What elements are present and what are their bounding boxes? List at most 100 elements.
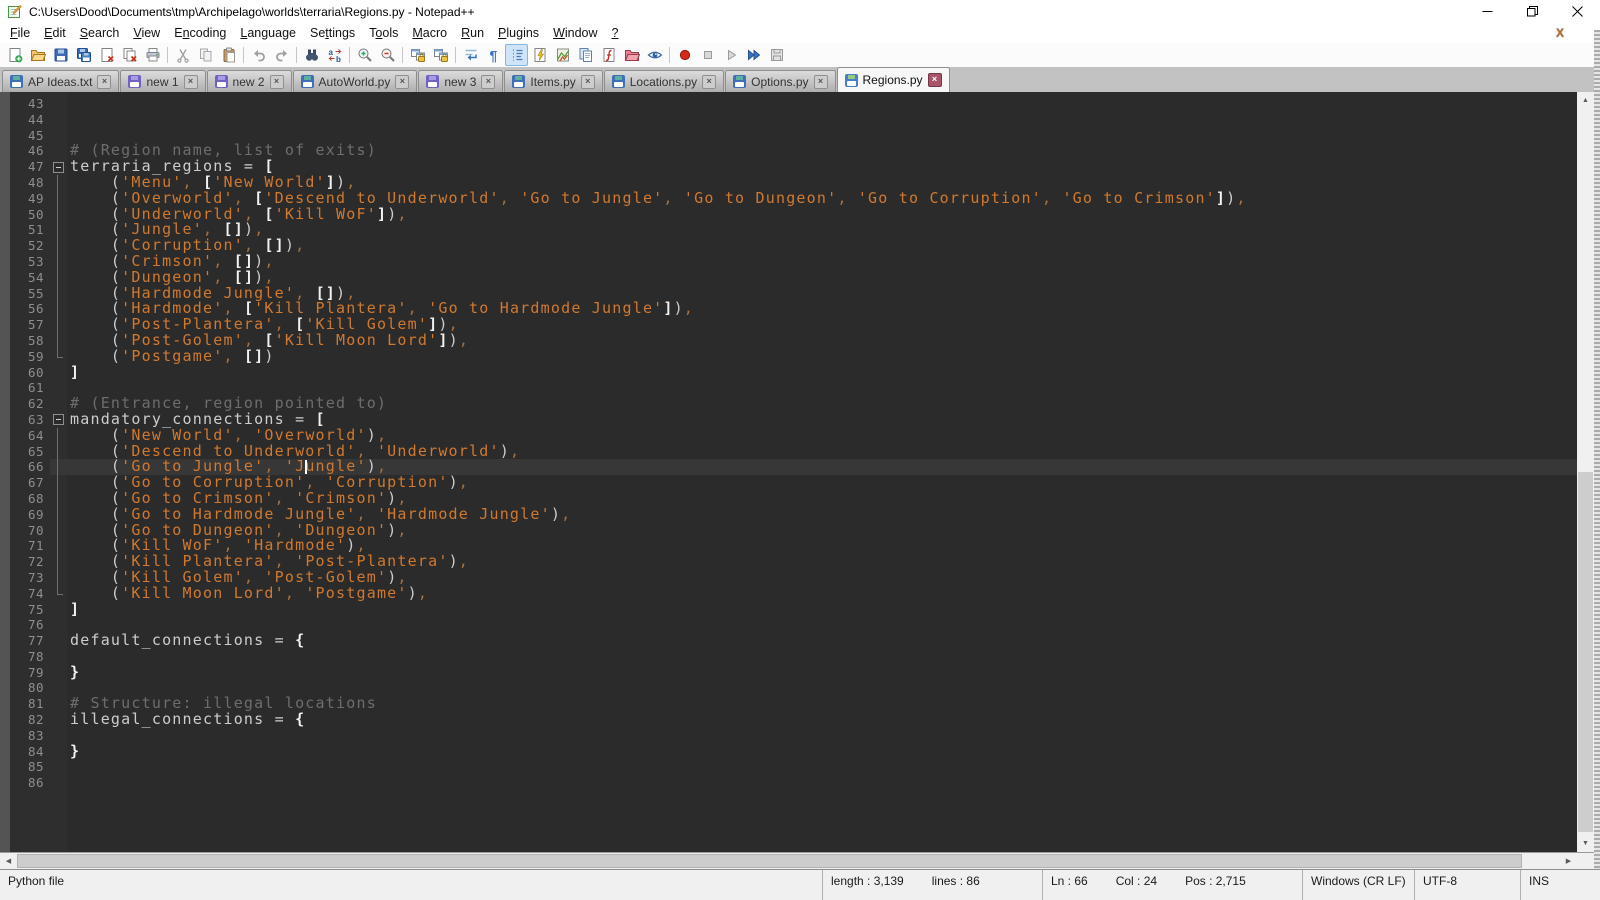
document-list-icon[interactable] bbox=[574, 44, 597, 66]
code-text[interactable]: ] bbox=[67, 602, 1577, 618]
horizontal-scrollbar[interactable]: ◀ ▶ bbox=[0, 852, 1577, 869]
tab-autoworld.py[interactable]: AutoWorld.py× bbox=[293, 70, 418, 92]
new-file-icon[interactable] bbox=[3, 44, 26, 66]
cut-icon[interactable] bbox=[171, 44, 194, 66]
menu-item-encoding[interactable]: Encoding bbox=[167, 24, 233, 42]
scroll-right-icon[interactable]: ▶ bbox=[1560, 853, 1577, 869]
save-all-icon[interactable] bbox=[72, 44, 95, 66]
tab-new-1[interactable]: new 1× bbox=[120, 70, 205, 92]
code-text[interactable]: ('Underworld', ['Kill WoF']), bbox=[67, 207, 1577, 223]
close-doc-icon[interactable] bbox=[95, 44, 118, 66]
code-text[interactable]: ('Crimson', []), bbox=[67, 254, 1577, 270]
code-text[interactable] bbox=[67, 649, 1577, 665]
function-list-icon[interactable] bbox=[597, 44, 620, 66]
indent-guide-icon[interactable] bbox=[505, 44, 528, 66]
toolbar-separator bbox=[296, 47, 297, 63]
code-text[interactable] bbox=[67, 775, 1577, 791]
fold-margin-cell bbox=[50, 191, 67, 207]
scroll-down-icon[interactable]: ▼ bbox=[1577, 835, 1594, 852]
word-wrap-icon[interactable] bbox=[459, 44, 482, 66]
menu-item-plugins[interactable]: Plugins bbox=[491, 24, 546, 42]
code-text[interactable] bbox=[67, 759, 1577, 775]
menu-item-search[interactable]: Search bbox=[73, 24, 127, 42]
macro-play-icon[interactable] bbox=[719, 44, 742, 66]
zoom-in-icon[interactable] bbox=[353, 44, 376, 66]
menu-item-edit[interactable]: Edit bbox=[37, 24, 73, 42]
tab-close-icon[interactable]: × bbox=[814, 75, 828, 89]
menu-item-window[interactable]: Window bbox=[546, 24, 604, 42]
menu-item-tools[interactable]: Tools bbox=[362, 24, 405, 42]
find-icon[interactable] bbox=[300, 44, 323, 66]
paste-icon[interactable] bbox=[217, 44, 240, 66]
zoom-out-icon[interactable] bbox=[376, 44, 399, 66]
tab-close-icon[interactable]: × bbox=[581, 75, 595, 89]
tab-close-icon[interactable]: × bbox=[97, 75, 111, 89]
sync-vertical-icon[interactable] bbox=[406, 44, 429, 66]
macro-record-icon[interactable] bbox=[673, 44, 696, 66]
code-text[interactable]: ('Post-Golem', ['Kill Moon Lord']), bbox=[67, 333, 1577, 349]
code-text[interactable]: } bbox=[67, 665, 1577, 681]
user-defined-language-icon[interactable] bbox=[528, 44, 551, 66]
tab-new-2[interactable]: new 2× bbox=[207, 70, 292, 92]
vertical-scrollbar[interactable]: ▲ ▼ bbox=[1577, 92, 1594, 852]
horizontal-scroll-thumb[interactable] bbox=[17, 854, 1522, 868]
tab-close-icon[interactable]: × bbox=[928, 73, 942, 87]
code-text[interactable] bbox=[67, 728, 1577, 744]
close-all-docs-icon[interactable] bbox=[118, 44, 141, 66]
restore-button[interactable] bbox=[1510, 0, 1555, 23]
monitoring-icon[interactable] bbox=[643, 44, 666, 66]
code-text[interactable]: illegal_connections = { bbox=[67, 712, 1577, 728]
menu-item-?[interactable]: ? bbox=[605, 24, 626, 42]
undo-icon[interactable] bbox=[247, 44, 270, 66]
fold-collapse-icon[interactable] bbox=[50, 412, 67, 428]
tab-locations.py[interactable]: Locations.py× bbox=[604, 70, 724, 92]
tab-ap-ideas.txt[interactable]: AP Ideas.txt× bbox=[2, 70, 119, 92]
fold-collapse-icon[interactable] bbox=[50, 159, 67, 175]
editor[interactable]: 43444546# (Region name, list of exits)47… bbox=[0, 92, 1577, 852]
code-text[interactable]: } bbox=[67, 744, 1577, 760]
menu-item-language[interactable]: Language bbox=[233, 24, 303, 42]
tab-options.py[interactable]: Options.py× bbox=[725, 70, 835, 92]
vertical-scroll-thumb[interactable] bbox=[1578, 472, 1593, 832]
menu-item-file[interactable]: File bbox=[3, 24, 37, 42]
macro-stop-icon[interactable] bbox=[696, 44, 719, 66]
scroll-left-icon[interactable]: ◀ bbox=[0, 853, 17, 869]
sync-horizontal-icon[interactable] bbox=[429, 44, 452, 66]
code-text[interactable]: ('Kill Moon Lord', 'Postgame'), bbox=[67, 586, 1577, 602]
tab-regions.py[interactable]: Regions.py× bbox=[837, 67, 950, 92]
minimize-button[interactable] bbox=[1465, 0, 1510, 23]
code-text[interactable]: # (Region name, list of exits) bbox=[67, 143, 1577, 159]
code-text[interactable]: default_connections = { bbox=[67, 633, 1577, 649]
code-text[interactable]: ] bbox=[67, 365, 1577, 381]
code-text[interactable]: ('Postgame', []) bbox=[67, 349, 1577, 365]
menu-item-run[interactable]: Run bbox=[454, 24, 491, 42]
menu-item-macro[interactable]: Macro bbox=[405, 24, 454, 42]
tab-close-icon[interactable]: × bbox=[481, 75, 495, 89]
tab-close-icon[interactable]: × bbox=[702, 75, 716, 89]
scroll-up-icon[interactable]: ▲ bbox=[1577, 92, 1594, 109]
menu-item-view[interactable]: View bbox=[126, 24, 167, 42]
status-length-lines: length : 3,139lines : 86 bbox=[822, 870, 1042, 900]
code-text[interactable] bbox=[67, 112, 1577, 128]
save-icon[interactable] bbox=[49, 44, 72, 66]
code-text[interactable] bbox=[67, 96, 1577, 112]
macro-run-multiple-icon[interactable] bbox=[742, 44, 765, 66]
close-button[interactable] bbox=[1555, 0, 1600, 23]
macro-save-icon[interactable] bbox=[765, 44, 788, 66]
redo-icon[interactable] bbox=[270, 44, 293, 66]
print-icon[interactable] bbox=[141, 44, 164, 66]
tab-items.py[interactable]: Items.py× bbox=[504, 70, 602, 92]
tab-new-3[interactable]: new 3× bbox=[418, 70, 503, 92]
open-folder-icon[interactable] bbox=[26, 44, 49, 66]
code-text[interactable]: ('Corruption', []), bbox=[67, 238, 1577, 254]
tab-close-icon[interactable]: × bbox=[184, 75, 198, 89]
document-map-icon[interactable] bbox=[551, 44, 574, 66]
copy-icon[interactable] bbox=[194, 44, 217, 66]
replace-icon[interactable]: ab bbox=[323, 44, 346, 66]
folder-as-workspace-icon[interactable] bbox=[620, 44, 643, 66]
show-all-chars-icon[interactable]: ¶ bbox=[482, 44, 505, 66]
tab-close-icon[interactable]: × bbox=[270, 75, 284, 89]
tab-close-icon[interactable]: × bbox=[395, 75, 409, 89]
menubar-close-icon[interactable]: X bbox=[1556, 26, 1564, 40]
menu-item-settings[interactable]: Settings bbox=[303, 24, 362, 42]
